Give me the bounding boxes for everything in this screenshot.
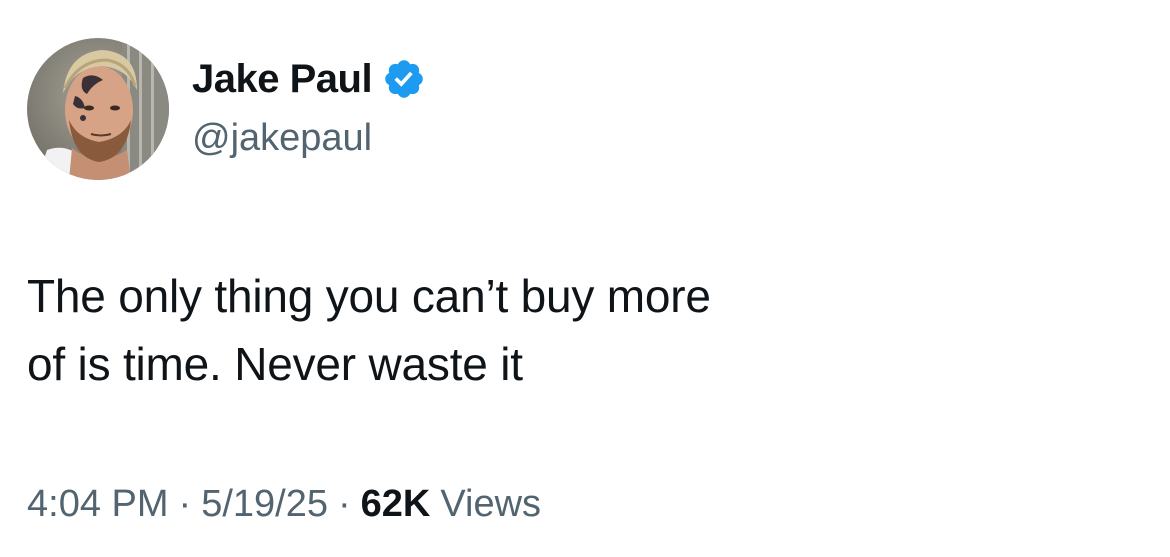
tweet-card: Jake Paul @jakepaul The only thing you c… [0,0,1170,557]
tweet-date-link[interactable]: 5/19/25 [201,483,328,526]
views-count[interactable]: 62K [361,483,431,526]
tweet-text: The only thing you can’t buy more of is … [27,262,927,398]
tweet-time-link[interactable]: 4:04 PM [27,483,169,526]
tweet-text-line: The only thing you can’t buy more [27,270,711,322]
verified-badge-icon[interactable] [382,57,426,101]
tweet-text-line: of is time. Never waste it [27,338,523,390]
author-display-name[interactable]: Jake Paul [192,57,373,102]
avatar[interactable] [27,38,169,180]
avatar-image [27,38,169,180]
tweet-meta: 4:04 PM · 5/19/25 · 62K Views [27,483,541,526]
meta-separator: · [178,483,192,525]
author-handle[interactable]: @jakepaul [192,117,372,160]
meta-separator: · [337,483,351,525]
author-name-row: Jake Paul [192,54,426,104]
views-label[interactable]: Views [440,483,541,526]
